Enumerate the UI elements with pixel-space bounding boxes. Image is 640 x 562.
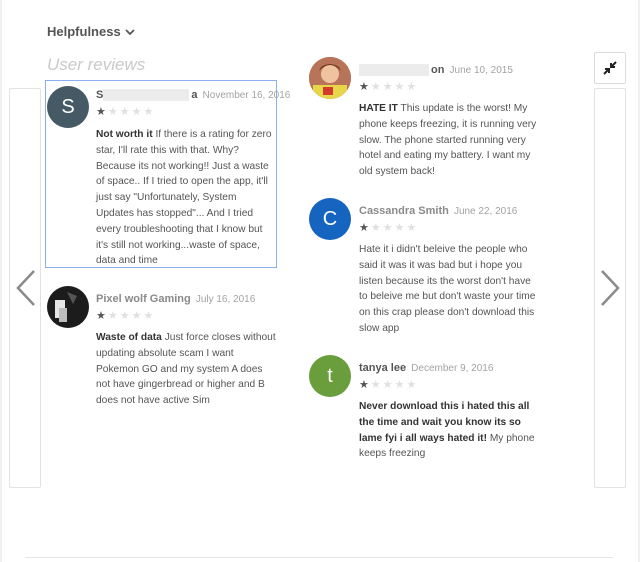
star-icon: ★ <box>359 379 369 391</box>
review-meta: Sa November 16, 2016 <box>96 89 291 102</box>
star-rating: ★ ★ ★ ★ ★ <box>96 311 153 322</box>
star-icon: ★ <box>406 81 417 93</box>
star-icon: ★ <box>359 222 369 234</box>
review-card[interactable]: on June 10, 2015 ★ ★ ★ ★ ★ HATE IT This … <box>309 57 539 181</box>
wolf-avatar-icon <box>55 292 77 322</box>
avatar <box>309 57 351 99</box>
previous-page-button[interactable] <box>12 266 40 310</box>
review-text: Waste of data Just force closes without … <box>96 330 276 409</box>
avatar: t <box>309 355 351 397</box>
star-icon: ★ <box>406 222 417 234</box>
star-icon: ★ <box>107 106 118 118</box>
next-page-button[interactable] <box>596 266 624 310</box>
star-icon: ★ <box>119 310 130 322</box>
review-title: HATE IT <box>359 103 398 114</box>
avatar: S <box>47 86 89 128</box>
review-date: June 10, 2015 <box>449 65 513 76</box>
review-body: Hate it i didn't beleive the people who … <box>359 244 536 334</box>
star-icon: ★ <box>382 379 393 391</box>
star-icon: ★ <box>394 81 405 93</box>
review-meta: Cassandra Smith June 22, 2016 <box>359 205 517 217</box>
review-meta: on June 10, 2015 <box>359 64 513 77</box>
star-icon: ★ <box>143 106 154 118</box>
star-icon: ★ <box>131 106 142 118</box>
star-icon: ★ <box>406 379 417 391</box>
review-author: Pixel wolf Gaming <box>96 293 191 305</box>
review-text: Never download this i hated this all the… <box>359 399 539 462</box>
review-date: July 16, 2016 <box>195 294 256 305</box>
star-icon: ★ <box>359 81 369 93</box>
review-date: December 9, 2016 <box>411 363 494 374</box>
star-icon: ★ <box>394 222 405 234</box>
review-card[interactable]: C Cassandra Smith June 22, 2016 ★ ★ ★ ★ … <box>309 198 539 338</box>
redacted-name <box>359 64 429 77</box>
review-text: Not worth it If there is a rating for ze… <box>96 127 276 269</box>
review-card[interactable]: S Sa November 16, 2016 ★ ★ ★ ★ ★ Not wor… <box>45 80 290 269</box>
review-body: This update is the worst! My phone keeps… <box>359 103 537 178</box>
review-card[interactable]: Pixel wolf Gaming July 16, 2016 ★ ★ ★ ★ … <box>46 286 276 412</box>
avatar: C <box>309 198 351 240</box>
review-author: tanya lee <box>359 362 407 374</box>
review-text: Hate it i didn't beleive the people who … <box>359 242 539 337</box>
star-icon: ★ <box>394 379 405 391</box>
collapse-icon <box>603 61 617 75</box>
avatar <box>47 286 89 328</box>
star-icon: ★ <box>370 81 381 93</box>
review-title: Waste of data <box>96 332 162 343</box>
star-icon: ★ <box>370 222 381 234</box>
star-icon: ★ <box>131 310 142 322</box>
star-rating: ★ ★ ★ ★ ★ <box>359 82 416 93</box>
chevron-right-icon <box>601 270 620 306</box>
avatar-initial: C <box>322 207 338 230</box>
divider <box>25 557 613 558</box>
collapse-button[interactable] <box>594 52 626 84</box>
sort-dropdown-label: Helpfulness <box>47 24 121 39</box>
review-card[interactable]: t tanya lee December 9, 2016 ★ ★ ★ ★ ★ N… <box>309 355 539 465</box>
left-frame-border <box>0 0 2 562</box>
avatar-initial: t <box>327 364 333 387</box>
star-icon: ★ <box>382 222 393 234</box>
star-icon: ★ <box>143 310 154 322</box>
star-rating: ★ ★ ★ ★ ★ <box>96 107 153 118</box>
review-date: June 22, 2016 <box>453 206 518 217</box>
redacted-name <box>103 89 190 102</box>
review-author-tail: on <box>431 64 445 76</box>
star-icon: ★ <box>382 81 393 93</box>
section-heading: User reviews <box>47 55 146 74</box>
review-author: S <box>96 89 104 101</box>
review-text: HATE IT This update is the worst! My pho… <box>359 101 539 180</box>
star-rating: ★ ★ ★ ★ ★ <box>359 380 416 391</box>
child-photo-avatar-icon <box>309 57 351 99</box>
review-author: Cassandra Smith <box>359 205 449 217</box>
star-icon: ★ <box>370 379 381 391</box>
star-icon: ★ <box>119 106 130 118</box>
star-rating: ★ ★ ★ ★ ★ <box>359 223 416 234</box>
review-body: If there is a rating for zero star, I'll… <box>96 129 272 267</box>
review-author-tail: a <box>191 89 198 101</box>
review-body: Just force closes without updating absol… <box>96 332 276 407</box>
review-date: November 16, 2016 <box>202 90 291 101</box>
avatar-initial: S <box>61 95 75 118</box>
review-meta: Pixel wolf Gaming July 16, 2016 <box>96 293 255 305</box>
chevron-down-icon <box>125 28 135 35</box>
sort-dropdown[interactable]: Helpfulness <box>47 24 135 39</box>
chevron-left-icon <box>16 270 35 306</box>
star-icon: ★ <box>107 310 118 322</box>
star-icon: ★ <box>96 310 106 322</box>
review-meta: tanya lee December 9, 2016 <box>359 362 493 374</box>
star-icon: ★ <box>96 106 106 118</box>
review-title: Not worth it <box>96 129 153 140</box>
